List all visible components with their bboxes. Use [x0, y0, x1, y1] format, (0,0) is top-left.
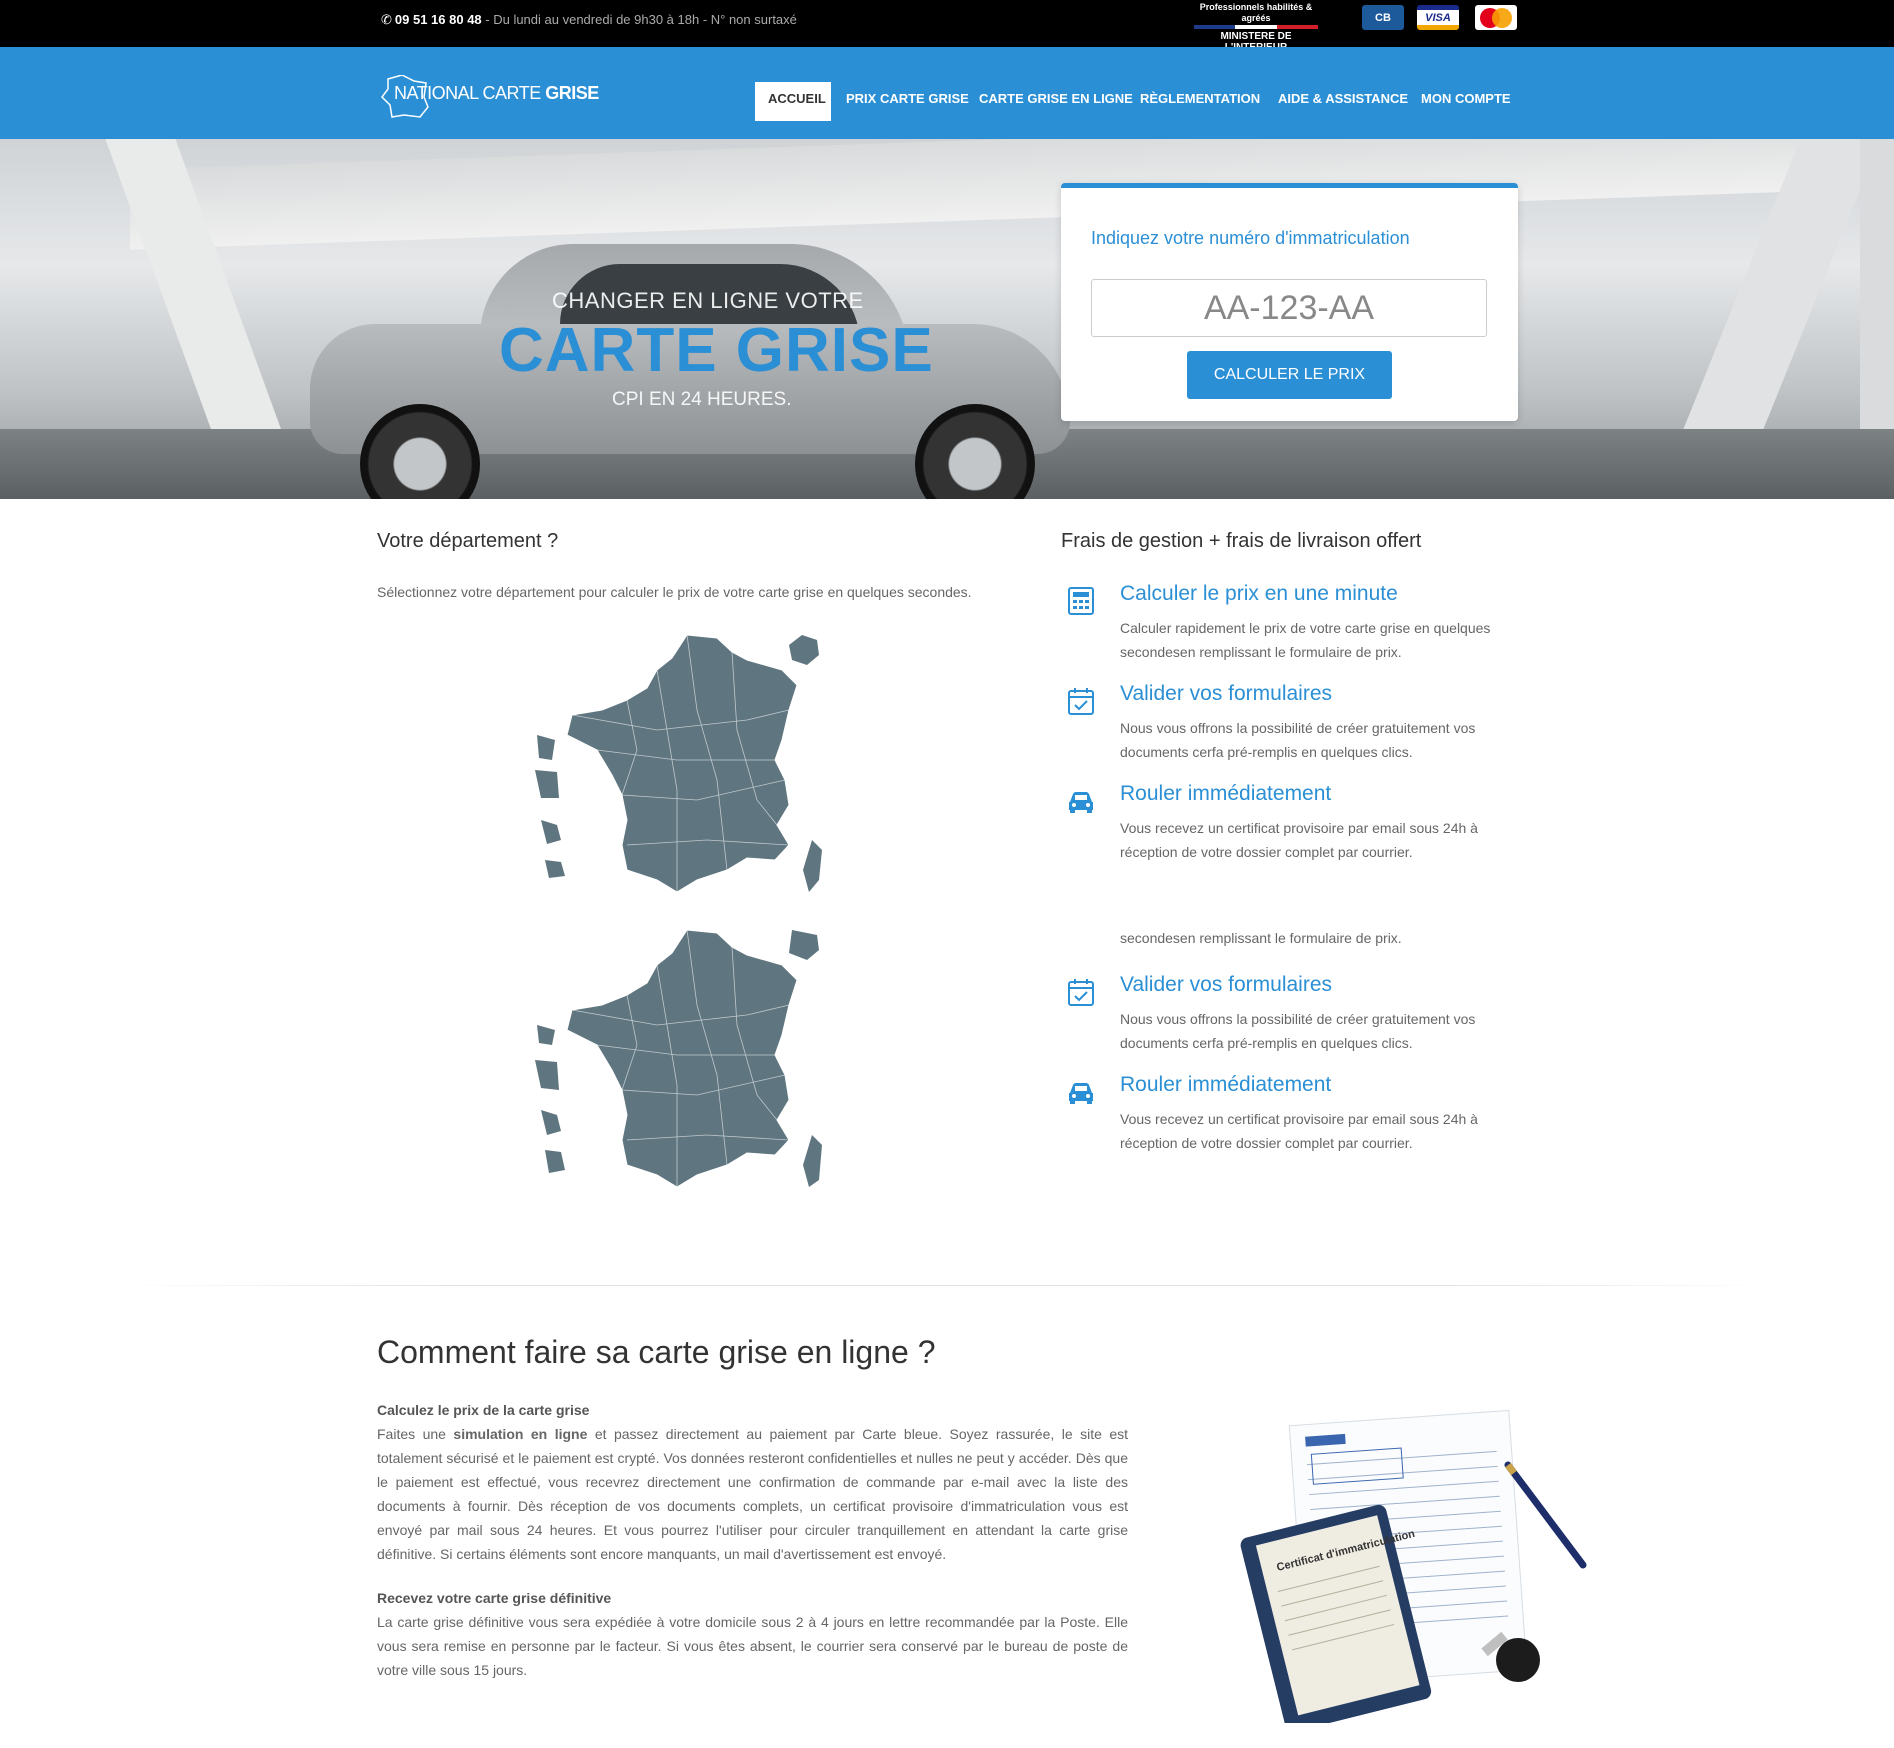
- howto-title: Comment faire sa carte grise en ligne ?: [377, 1334, 936, 1370]
- main-navbar: NATIONAL CARTE GRISE ACCUEIL PRIX CARTE …: [0, 47, 1894, 139]
- nav-link-carte-grise-en-ligne[interactable]: CARTE GRISE EN LIGNE: [979, 91, 1133, 106]
- opening-hours: - Du lundi au vendredi de 9h30 à 18h - N…: [481, 12, 797, 27]
- feature-text-fragment: secondesen remplissant le formulaire de …: [1120, 930, 1402, 946]
- plate-calculator-form: Indiquez votre numéro d'immatriculation …: [1061, 183, 1518, 421]
- logo-text: NATIONAL CARTE GRISE: [394, 83, 599, 103]
- map-dom-1[interactable]: [537, 1025, 555, 1045]
- france-departements-map-repeat[interactable]: [527, 925, 827, 1195]
- top-bar: ✆ 09 51 16 80 48 - Du lundi au vendredi d…: [0, 0, 1894, 53]
- france-departements-map[interactable]: [527, 630, 827, 900]
- map-dom-2[interactable]: [535, 770, 559, 798]
- simulation-en-ligne-link: simulation en ligne: [453, 1426, 588, 1442]
- hero-banner: CHANGER EN LIGNE VOTRE CARTE GRISE CPI E…: [0, 139, 1894, 499]
- car-icon: [1069, 1083, 1093, 1104]
- nav-link-mon-compte[interactable]: MON COMPTE: [1421, 91, 1511, 106]
- ministere-line1: Professionnels habilités & agréés: [1199, 2, 1313, 23]
- feature-title: Valider vos formulaires: [1120, 973, 1333, 996]
- nav-link-reglementation[interactable]: RÈGLEMENTATION: [1140, 91, 1260, 106]
- map-dom-3[interactable]: [541, 1110, 561, 1135]
- phone-icon: ✆: [381, 12, 392, 27]
- map-mainland[interactable]: [566, 634, 798, 893]
- hero-title: CARTE GRISE: [499, 316, 934, 385]
- nav-link-prix-carte-grise[interactable]: PRIX CARTE GRISE: [846, 91, 969, 106]
- calculator-icon: [1068, 587, 1094, 615]
- map-dom-2[interactable]: [535, 1060, 559, 1090]
- phone-number[interactable]: 09 51 16 80 48: [395, 12, 482, 27]
- howto-paragraph-2: Recevez votre carte grise définitive La …: [377, 1590, 1128, 1678]
- hero-subtitle-bottom: CPI EN 24 HEURES.: [612, 389, 792, 410]
- howto-text: Calculez le prix de la carte grise Faite…: [377, 1398, 1128, 1702]
- feature-text: Nous vous offrons la possibilité de crée…: [1120, 1011, 1476, 1051]
- feature-title: Valider vos formulaires: [1120, 682, 1333, 705]
- hero-background-pillar: [1860, 139, 1894, 439]
- feature-title: Rouler immédiatement: [1120, 1073, 1332, 1096]
- map-corsica[interactable]: [803, 840, 822, 892]
- contact-phone: ✆ 09 51 16 80 48 - Du lundi au vendredi d…: [381, 12, 797, 28]
- visa-label: VISA: [1425, 11, 1451, 24]
- departement-text: Sélectionnez votre département pour calc…: [377, 584, 972, 600]
- car-icon: [1069, 792, 1093, 813]
- calendar-check-icon: [1068, 979, 1094, 1006]
- map-dom-1[interactable]: [537, 735, 555, 760]
- nav-link-aide-assistance[interactable]: AIDE & ASSISTANCE: [1278, 91, 1408, 106]
- howto-p1-heading: Calculez le prix de la carte grise: [377, 1402, 590, 1418]
- map-dom-4[interactable]: [545, 1150, 565, 1173]
- hero-subtitle-top: CHANGER EN LIGNE VOTRE: [552, 288, 864, 313]
- feature-title: Rouler immédiatement: [1120, 782, 1332, 805]
- feature-title: Calculer le prix en une minute: [1120, 582, 1398, 605]
- ministere-badge: Professionnels habilités & agréés MINIST…: [1194, 2, 1318, 53]
- cb-label: CB: [1375, 11, 1391, 24]
- carte-grise-documents-image: Certificat d'immatriculation: [1240, 1409, 1587, 1723]
- plate-number-input[interactable]: [1091, 279, 1487, 337]
- feature-text: Vous recevez un certificat provisoire pa…: [1120, 1111, 1478, 1151]
- map-idf-inset[interactable]: [789, 930, 819, 960]
- nav-link-accueil[interactable]: ACCUEIL: [768, 91, 826, 106]
- departement-heading: Votre département ?: [377, 530, 559, 552]
- visa-card-icon: VISA: [1417, 5, 1459, 30]
- section-divider: [120, 1285, 1774, 1286]
- feature-text: Nous vous offrons la possibilité de crée…: [1120, 720, 1476, 760]
- howto-p2-heading: Recevez votre carte grise définitive: [377, 1590, 612, 1606]
- calendar-check-icon: [1068, 688, 1094, 715]
- map-dom-4[interactable]: [545, 860, 565, 878]
- feature-text: Calculer rapidement le prix de votre car…: [1120, 620, 1491, 660]
- calculate-price-button[interactable]: CALCULER LE PRIX: [1187, 351, 1392, 399]
- features-heading: Frais de gestion + frais de livraison of…: [1061, 530, 1422, 552]
- map-mainland[interactable]: [566, 929, 798, 1188]
- map-corsica[interactable]: [803, 1135, 822, 1187]
- map-idf-inset[interactable]: [789, 635, 819, 665]
- nav-item-accueil[interactable]: ACCUEIL: [755, 82, 831, 121]
- french-flag-icon: [1194, 25, 1318, 29]
- mastercard-icon: [1475, 5, 1517, 30]
- cb-card-icon: CB: [1362, 5, 1404, 30]
- plate-input-label: Indiquez votre numéro d'immatriculation: [1091, 228, 1410, 248]
- site-logo[interactable]: NATIONAL CARTE GRISE: [380, 69, 599, 119]
- feature-text: Vous recevez un certificat provisoire pa…: [1120, 820, 1478, 860]
- howto-paragraph-1: Calculez le prix de la carte grise Faite…: [377, 1402, 1129, 1562]
- map-dom-3[interactable]: [541, 820, 561, 844]
